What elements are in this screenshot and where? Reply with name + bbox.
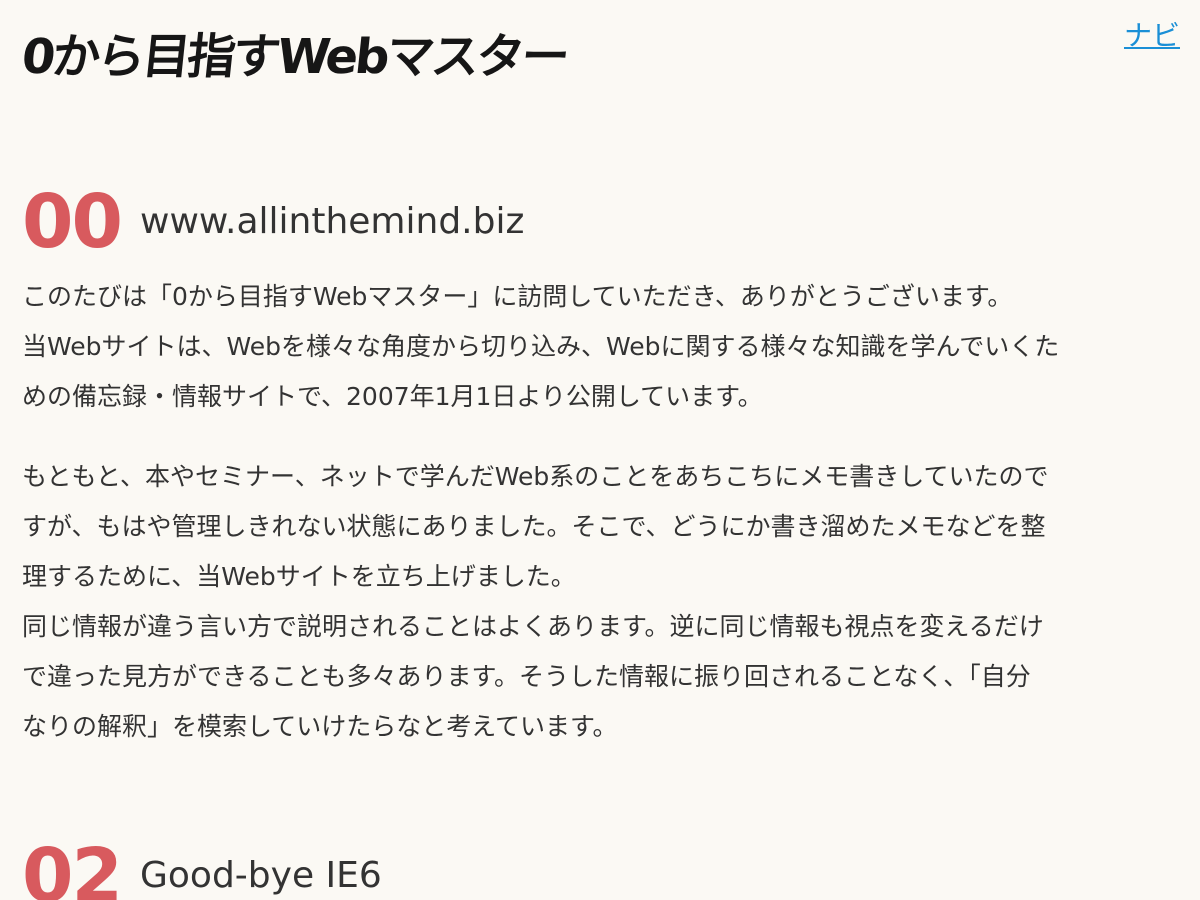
text-line: もともと、本やセミナー、ネットで学んだWeb系のことをあちこちにメモ書きしていた… <box>22 462 1049 491</box>
section-02: 02 Good-bye IE6 <box>22 833 1182 900</box>
section-heading: 00 www.allinthemind.biz <box>22 179 1182 265</box>
text-line: このたびは「0から目指すWebマスター」に訪問していただき、ありがとうございます… <box>22 282 1013 311</box>
section-title: www.allinthemind.biz <box>140 201 525 242</box>
text-line: 当Webサイトは、Webを様々な角度から切り込み、Webに関する様々な知識を学ん… <box>22 332 1060 361</box>
background-paragraph: もともと、本やセミナー、ネットで学んだWeb系のことをあちこちにメモ書きしていた… <box>22 452 1182 752</box>
text-line: 理するために、当Webサイトを立ち上げました。 <box>22 562 576 591</box>
intro-paragraph: このたびは「0から目指すWebマスター」に訪問していただき、ありがとうございます… <box>22 272 1182 422</box>
page: 0から目指すWebマスター ナビ 00 www.allinthemind.biz… <box>0 0 1200 900</box>
text-line: なりの解釈」を模索していけたらなと考えています。 <box>22 712 618 741</box>
site-logo[interactable]: 0から目指すWebマスター <box>19 18 569 96</box>
section-heading: 02 Good-bye IE6 <box>22 833 1182 900</box>
site-logo-text: 0から目指すWebマスター <box>19 29 570 85</box>
text-line: すが、もはや管理しきれない状態にありました。そこで、どうにか書き溜めたメモなどを… <box>22 512 1046 541</box>
section-title: Good-bye IE6 <box>140 855 382 896</box>
nav-link[interactable]: ナビ <box>1124 14 1180 54</box>
text-line: 同じ情報が違う言い方で説明されることはよくあります。逆に同じ情報も視点を変えるだ… <box>22 612 1044 641</box>
section-number: 00 <box>22 179 123 265</box>
section-00: 00 www.allinthemind.biz このたびは「0から目指すWebマ… <box>22 179 1182 752</box>
section-number: 02 <box>22 833 123 900</box>
text-line: で違った見方ができることも多々あります。そうした情報に振り回されることなく、「自… <box>22 662 1031 691</box>
text-line: めの備忘録・情報サイトで、2007年1月1日より公開しています。 <box>22 382 763 411</box>
